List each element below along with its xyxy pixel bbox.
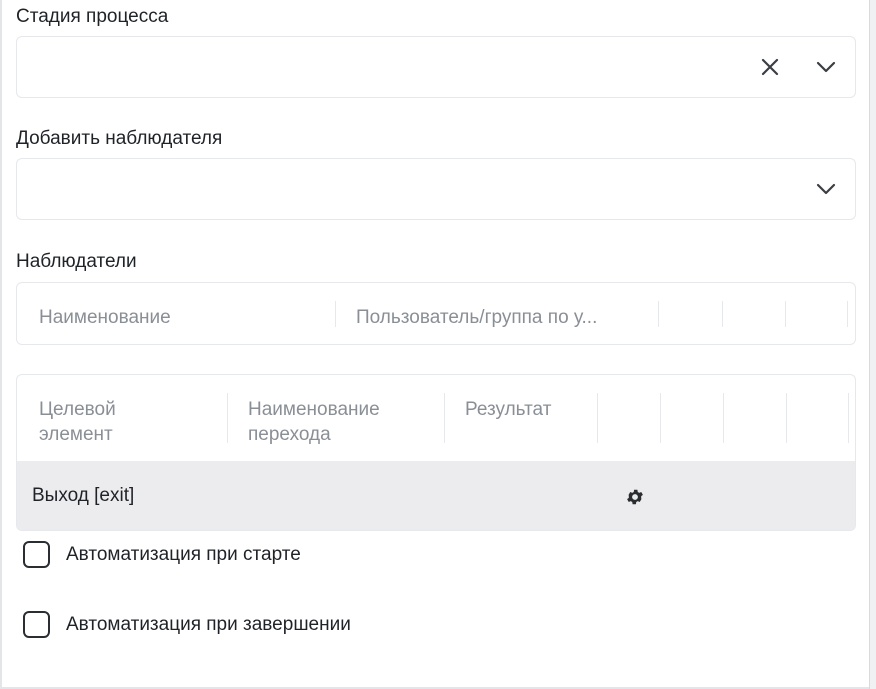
transitions-column-result[interactable]: Результат (465, 397, 551, 422)
add-observer-select[interactable] (16, 158, 856, 220)
automation-start-label[interactable]: Автоматизация при старте (66, 544, 301, 566)
transitions-table: Целевой элемент Наименование перехода Ре… (16, 374, 856, 531)
column-divider[interactable] (786, 393, 787, 443)
column-divider[interactable] (660, 393, 661, 443)
transitions-column-target[interactable]: Целевой элемент (39, 397, 116, 447)
scrollbar-track[interactable] (869, 0, 876, 689)
automation-end-row[interactable]: Автоматизация при завершении (23, 611, 351, 638)
chevron-down-icon[interactable] (815, 178, 837, 200)
row-target-element: Выход [exit] (32, 485, 135, 506)
observers-table: Наименование Пользователь/группа по у... (16, 282, 856, 345)
transitions-column-transition-name[interactable]: Наименование перехода (248, 397, 380, 447)
observers-label: Наблюдатели (16, 251, 137, 272)
automation-end-label[interactable]: Автоматизация при завершении (66, 614, 351, 636)
column-divider[interactable] (848, 393, 849, 443)
column-divider[interactable] (722, 301, 723, 327)
clear-icon[interactable] (759, 56, 781, 78)
automation-end-checkbox[interactable] (23, 611, 50, 638)
panel-left-border (0, 0, 2, 689)
column-divider[interactable] (847, 301, 848, 327)
observers-column-name[interactable]: Наименование (39, 305, 171, 330)
add-observer-label: Добавить наблюдателя (16, 128, 223, 149)
column-divider[interactable] (597, 393, 598, 443)
table-row[interactable]: Выход [exit] (17, 461, 855, 530)
column-divider[interactable] (658, 301, 659, 327)
observers-column-user-group[interactable]: Пользователь/группа по у... (356, 305, 656, 330)
column-divider[interactable] (723, 393, 724, 443)
chevron-down-icon[interactable] (815, 56, 837, 78)
automation-start-checkbox[interactable] (23, 541, 50, 568)
column-divider[interactable] (444, 393, 445, 443)
process-stage-label: Стадия процесса (16, 6, 169, 27)
gear-icon[interactable] (625, 487, 645, 507)
automation-start-row[interactable]: Автоматизация при старте (23, 541, 301, 568)
column-divider[interactable] (335, 301, 336, 327)
process-stage-select[interactable] (16, 36, 856, 98)
column-divider[interactable] (785, 301, 786, 327)
column-divider[interactable] (227, 393, 228, 443)
